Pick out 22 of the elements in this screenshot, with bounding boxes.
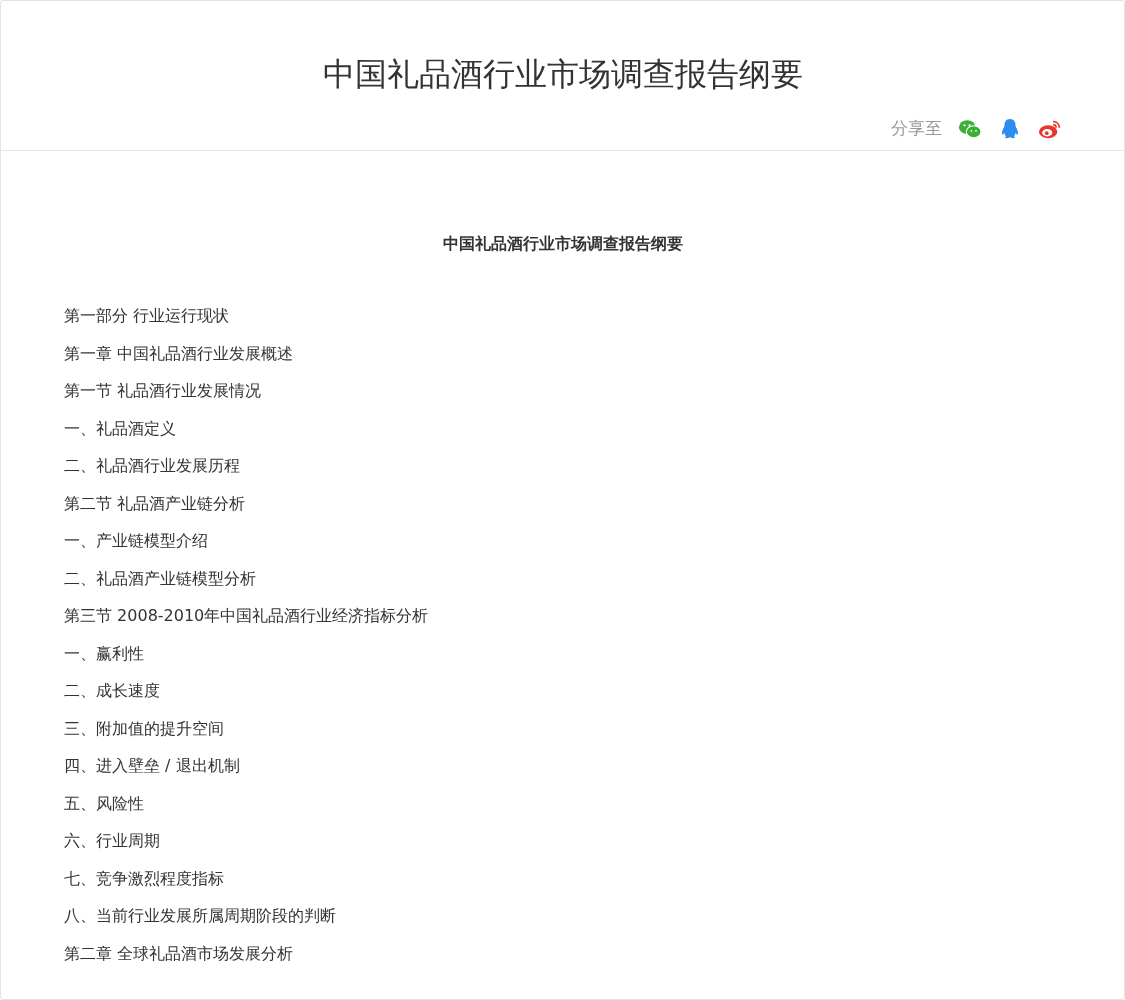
share-label: 分享至 — [891, 117, 942, 140]
page-title: 中国礼品酒行业市场调查报告纲要 — [321, 54, 804, 95]
outline-line: 一、礼品酒定义 — [64, 417, 177, 440]
outline-line: 一、产业链模型介绍 — [64, 530, 209, 552]
outline-line: 六、行业周期 — [64, 830, 161, 852]
outline-line: 七、竞争激烈程度指标 — [64, 867, 225, 890]
outline-line: 第一部分 行业运行现状 — [64, 305, 231, 327]
outline-line: 二、礼品酒产业链模型分析 — [64, 567, 257, 590]
outline-line: 八、当前行业发展所属周期阶段的判断 — [64, 905, 337, 927]
article-heading: 中国礼品酒行业市场调查报告纲要 — [441, 233, 684, 255]
outline-line: 五、风险性 — [64, 792, 145, 815]
outline-line: 一、赢利性 — [64, 642, 145, 665]
outline-line: 第一章 中国礼品酒行业发展概述 — [64, 342, 295, 365]
outline-line: 第三节 2008-2010年中国礼品酒行业经济指标分析 — [64, 605, 430, 627]
outline-line: 第二节 礼品酒产业链分析 — [64, 492, 247, 515]
chat-bubbles-icon[interactable] — [958, 117, 982, 140]
outline-line: 二、成长速度 — [64, 680, 161, 702]
outline-line: 第一节 礼品酒行业发展情况 — [64, 380, 263, 402]
outline-line: 二、礼品酒行业发展历程 — [64, 455, 241, 477]
outline-line: 三、附加值的提升空间 — [64, 717, 225, 740]
outline-line: 四、进入壁垒 / 退出机制 — [64, 755, 241, 777]
outline-line: 第二章 全球礼品酒市场发展分析 — [64, 942, 295, 965]
